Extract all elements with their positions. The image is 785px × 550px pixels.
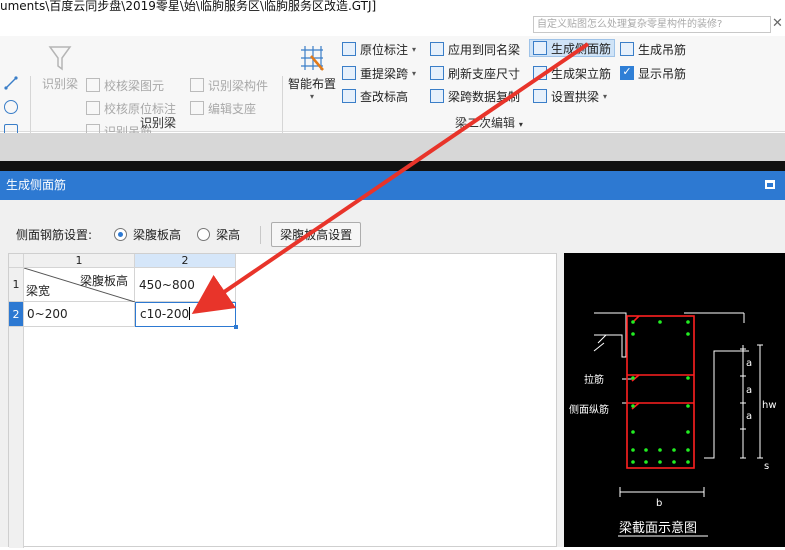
section-drawing: 拉筋 侧面纵筋 a a a hw s b 梁截面示意图 [569, 312, 777, 537]
dim-b-label: b [656, 498, 662, 509]
span-icon [342, 66, 356, 80]
side-long-rebar-label: 侧面纵筋 [569, 403, 609, 416]
circle-icon[interactable] [4, 100, 18, 114]
original-annotation-button[interactable]: 原位标注 ▾ [342, 40, 416, 58]
close-icon[interactable]: ✕ [772, 16, 783, 32]
table-cell-editing[interactable]: c10-200 [135, 302, 236, 327]
apply-same-name-label: 应用到同名梁 [448, 42, 521, 57]
generate-side-rebar-label: 生成侧面筋 [551, 41, 612, 56]
check-annotation-icon [86, 101, 100, 115]
span-data-copy-button[interactable]: 梁跨数据复制 [430, 87, 520, 105]
check-beam-icon [86, 78, 100, 92]
search-input[interactable]: 自定义贴图怎么处理复杂零星构件的装修? [533, 16, 771, 33]
elevation-icon [342, 89, 356, 103]
edit-support-button[interactable]: 编辑支座 [190, 99, 256, 117]
table-cell[interactable]: 450~800 [135, 268, 236, 302]
side-rebar-setting-label: 侧面钢筋设置: [16, 228, 93, 242]
show-hanger-label: 显示吊筋 [638, 66, 687, 81]
diagram-caption: 梁截面示意图 [619, 520, 697, 536]
hanger-icon [620, 42, 634, 56]
corner-bottom-label: 梁宽 [26, 284, 51, 298]
edit-support-label: 编辑支座 [208, 101, 257, 116]
checkbox-checked-icon: ✓ [620, 66, 634, 80]
check-beam-button[interactable]: 校核梁图元 [86, 76, 164, 94]
side-rebar-icon [533, 41, 547, 55]
smart-layout-button[interactable]: 智能布置 ▾ [287, 44, 337, 101]
maximize-icon[interactable] [765, 180, 775, 189]
generate-hanger-label: 生成吊筋 [638, 42, 687, 57]
table-corner [9, 254, 24, 268]
set-arch-beam-button[interactable]: 设置拱梁 ▾ [533, 87, 607, 105]
dim-a-label-2: a [746, 385, 752, 396]
line-icon[interactable] [4, 76, 18, 90]
table-cell[interactable]: 0~200 [24, 302, 135, 327]
edit-support-icon [190, 101, 204, 115]
col-header-1[interactable]: 1 [24, 254, 135, 268]
radio-web-height-label: 梁腹板高 [133, 228, 182, 242]
generate-side-rebar-button[interactable]: 生成侧面筋 [529, 39, 616, 57]
radio-web-height[interactable] [114, 228, 128, 241]
dim-a-label-3: a [746, 411, 752, 422]
identify-component-icon [190, 78, 204, 92]
check-elevation-label: 查改标高 [360, 89, 409, 104]
identify-component-label: 识别梁构件 [208, 78, 269, 93]
generate-hanger-button[interactable]: 生成吊筋 [620, 40, 686, 58]
smart-layout-icon [301, 46, 324, 71]
table-diagonal-cell: 梁腹板高 梁宽 [24, 268, 135, 302]
refresh-icon [430, 66, 444, 80]
panel-title: 生成侧面筋 [6, 178, 67, 192]
dim-a-label-1: a [746, 358, 752, 369]
generate-erect-rebar-label: 生成架立筋 [551, 66, 612, 81]
copy-icon [430, 89, 444, 103]
radio-beam-height-label: 梁高 [216, 228, 241, 242]
col-header-2[interactable]: 2 [135, 254, 236, 268]
original-annotation-label: 原位标注 [360, 42, 409, 57]
ribbon: 识别梁 校核梁图元 识别梁构件 校核原位标注 编辑支座 识别吊筋 识别梁 智能布… [0, 36, 785, 164]
re-extract-span-button[interactable]: 重提梁跨 ▾ [342, 64, 416, 82]
radio-beam-height[interactable] [197, 228, 211, 241]
group-beam-edit-label[interactable]: 梁二次编辑 ▾ [455, 114, 523, 131]
row-header-strip [9, 327, 24, 548]
smart-layout-label: 智能布置 [287, 77, 336, 91]
arch-beam-icon [533, 89, 547, 103]
panel-titlebar: 生成侧面筋 [0, 171, 785, 200]
identify-beam-button[interactable]: 识别梁 [40, 44, 80, 92]
dim-s-label: s [764, 461, 769, 472]
refresh-support-label: 刷新支座尺寸 [448, 66, 521, 81]
refresh-support-button[interactable]: 刷新支座尺寸 [430, 64, 520, 82]
apply-same-name-button[interactable]: 应用到同名梁 [430, 40, 520, 58]
tie-rebar-label: 拉筋 [584, 373, 604, 386]
side-rebar-setting-row: 侧面钢筋设置: 梁腹板高 梁高 梁腹板高设置 [16, 222, 362, 247]
identify-beam-label: 识别梁 [41, 77, 78, 91]
row-header-1[interactable]: 1 [9, 268, 24, 302]
fill-handle[interactable] [234, 325, 238, 329]
erect-rebar-icon [533, 66, 547, 80]
rebar-table: 1 2 1 梁腹板高 梁宽 450~800 2 0~200 c10-200 [8, 253, 557, 548]
apply-icon [430, 42, 444, 56]
check-beam-label: 校核梁图元 [104, 78, 165, 93]
cell-editor-value: c10-200 [140, 307, 190, 321]
web-height-setting-button[interactable]: 梁腹板高设置 [271, 222, 362, 247]
generate-erect-rebar-button[interactable]: 生成架立筋 [533, 64, 611, 82]
re-extract-span-label: 重提梁跨 [360, 66, 409, 81]
toolbar-gap [0, 133, 785, 161]
span-data-copy-label: 梁跨数据复制 [448, 89, 521, 104]
window-title: uments\百度云同步盘\2019零星\始\临朐服务区\临朐服务区改造.GTJ… [0, 0, 785, 14]
row-header-2[interactable]: 2 [9, 302, 24, 327]
group-identify-beam-label: 识别梁 [140, 116, 177, 130]
identify-beam-component-button[interactable]: 识别梁构件 [190, 76, 268, 94]
annotation-icon [342, 42, 356, 56]
check-elevation-button[interactable]: 查改标高 [342, 87, 408, 105]
show-hanger-checkbox[interactable]: ✓ 显示吊筋 [620, 64, 686, 82]
text-cursor [189, 307, 191, 320]
funnel-icon [48, 46, 72, 71]
beam-section-diagram: 拉筋 侧面纵筋 a a a hw s b 梁截面示意图 [564, 253, 785, 547]
set-arch-beam-label: 设置拱梁 [551, 89, 600, 104]
corner-top-label: 梁腹板高 [79, 274, 128, 288]
drawing-area-strip [0, 161, 785, 171]
dim-hw-label: hw [762, 400, 777, 411]
divider [260, 225, 262, 244]
